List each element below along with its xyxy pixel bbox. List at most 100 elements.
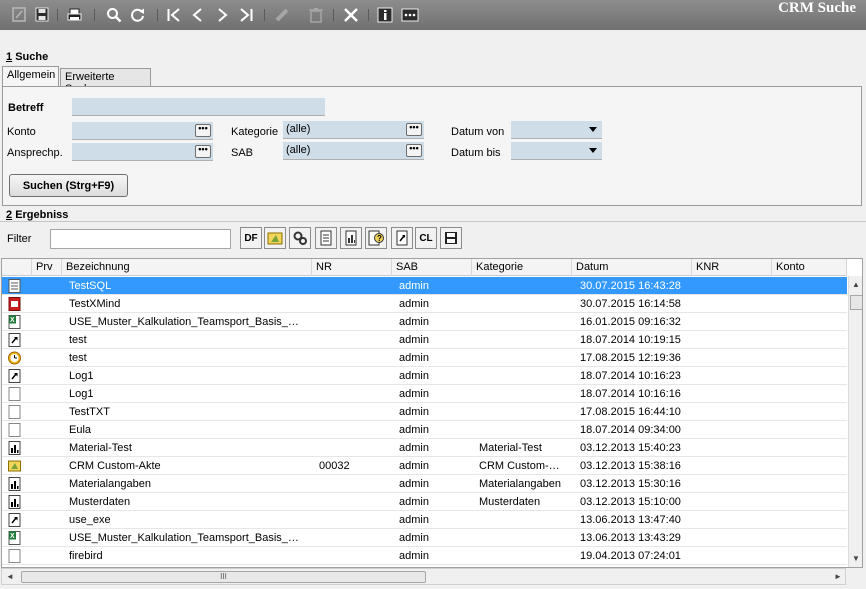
next-record-icon[interactable] [212, 5, 231, 24]
cell-sab: admin [399, 514, 429, 526]
column-header-prv[interactable]: Prv [32, 259, 62, 276]
more-icon[interactable] [400, 5, 419, 24]
table-row[interactable]: Log1 admin 18.07.2014 10:16:23 [2, 367, 847, 385]
scroll-down-icon[interactable]: ▼ [852, 554, 860, 563]
kategorie-field[interactable]: (alle) ••• [283, 121, 424, 139]
table-row[interactable]: X USE_Muster_Kalkulation_Teamsport_Basis_… [2, 313, 847, 331]
column-header-sab[interactable]: SAB [392, 259, 472, 276]
save-icon[interactable] [32, 5, 51, 24]
scroll-left-icon[interactable]: ◄ [6, 572, 14, 581]
settings-button[interactable] [289, 227, 311, 249]
crm-file-button[interactable] [264, 227, 286, 249]
ansprechp-lookup-button[interactable]: ••• [195, 145, 211, 158]
datum-von-dropdown-icon[interactable] [589, 127, 597, 132]
cell-datum: 17.08.2015 12:19:36 [580, 352, 681, 364]
scroll-right-icon[interactable]: ► [834, 572, 842, 581]
table-row[interactable]: Log1 admin 18.07.2014 10:16:16 [2, 385, 847, 403]
cell-bezeichnung: TestTXT [69, 406, 110, 418]
konto-field[interactable]: ••• [72, 122, 213, 140]
cell-kategorie: Musterdaten [479, 496, 541, 508]
search-icon[interactable] [104, 5, 123, 24]
scroll-up-icon[interactable]: ▲ [852, 280, 860, 289]
search-section-number: 1 [6, 51, 13, 63]
tab-allgemein[interactable]: Allgemein [2, 66, 59, 88]
shortcut-icon [8, 369, 21, 383]
document-button[interactable] [315, 227, 337, 249]
table-row[interactable]: Materialangaben admin Materialangaben 03.12… [2, 475, 847, 493]
last-record-icon[interactable] [236, 5, 255, 24]
table-row[interactable]: Material-Test admin Material-Test 03.12.201… [2, 439, 847, 457]
cell-datum: 18.07.2014 09:34:00 [580, 424, 681, 436]
cell-bezeichnung: TestSQL [69, 280, 112, 292]
cell-sab: admin [399, 442, 429, 454]
cell-nr [314, 367, 390, 385]
filter-label: Filter [7, 233, 32, 245]
table-row[interactable]: CRM Custom-Akte 00032 admin CRM Custom-A..… [2, 457, 847, 475]
results-section-number: 2 [6, 209, 13, 221]
datum-bis-dropdown-icon[interactable] [589, 148, 597, 153]
cl-button[interactable]: CL [415, 227, 437, 249]
first-record-icon[interactable] [164, 5, 183, 24]
save-results-button[interactable] [440, 227, 462, 249]
cell-bezeichnung: Eula [69, 424, 92, 436]
datum-bis-field[interactable] [511, 142, 602, 160]
edit-icon[interactable] [9, 5, 28, 24]
cell-kategorie [474, 295, 570, 313]
sab-field[interactable]: (alle) ••• [283, 142, 424, 160]
cell-bezeichnung: USE_Muster_Kalkulation_Teamsport_Basis_U… [69, 316, 310, 328]
info-icon[interactable] [375, 5, 394, 24]
df-button[interactable]: DF [240, 227, 262, 249]
horizontal-scrollbar[interactable]: ◄ III ► [1, 568, 846, 585]
table-row[interactable]: TestXMind admin 30.07.2015 16:14:58 [2, 295, 847, 313]
column-header-konto[interactable]: Konto [772, 259, 847, 276]
table-row[interactable]: TestSQL admin 30.07.2015 16:43:28 [2, 277, 847, 295]
ansprechp-field[interactable]: ••• [72, 143, 213, 161]
table-row[interactable]: firebird admin 19.04.2013 07:24:01 [2, 547, 847, 565]
cell-datum: 18.07.2014 10:19:15 [580, 334, 681, 346]
pencil-icon[interactable] [272, 5, 291, 24]
cell-nr [314, 295, 390, 313]
table-row[interactable]: Musterdaten admin Musterdaten 03.12.2013 15… [2, 493, 847, 511]
sab-lookup-button[interactable]: ••• [406, 144, 422, 157]
table-row[interactable]: X USE_Muster_Kalkulation_Teamsport_Basis_… [2, 529, 847, 547]
grid-header: Prv Bezeichnung NR SAB Kategorie Datum K… [2, 259, 847, 276]
table-row[interactable]: use_exe admin 13.06.2013 13:47:40 [2, 511, 847, 529]
column-header-icon[interactable] [2, 259, 32, 276]
cell-sab: admin [399, 496, 429, 508]
cell-bezeichnung: Material-Test [69, 442, 132, 454]
column-header-datum[interactable]: Datum [572, 259, 692, 276]
cell-datum: 19.04.2013 07:24:01 [580, 550, 681, 562]
vertical-scrollbar[interactable]: ▲ ▼ [848, 276, 862, 567]
gears-icon [293, 231, 307, 245]
previous-record-icon[interactable] [188, 5, 207, 24]
print-icon[interactable] [65, 5, 84, 24]
column-header-knr[interactable]: KNR [692, 259, 772, 276]
vertical-scroll-thumb[interactable] [850, 295, 862, 310]
column-header-bezeichnung[interactable]: Bezeichnung [62, 259, 312, 276]
filter-input[interactable] [50, 229, 231, 249]
refresh-icon[interactable] [128, 5, 147, 24]
report-button[interactable] [340, 227, 362, 249]
cell-sab: admin [399, 316, 429, 328]
datum-von-field[interactable] [511, 121, 602, 139]
table-row[interactable]: Eula admin 18.07.2014 09:34:00 [2, 421, 847, 439]
column-header-nr[interactable]: NR [312, 259, 392, 276]
chart-doc-icon [8, 495, 21, 509]
close-icon[interactable] [341, 5, 360, 24]
search-button[interactable]: Suchen (Strg+F9) [9, 174, 128, 197]
horizontal-scroll-thumb[interactable]: III [21, 571, 426, 583]
shortcut-button[interactable] [391, 227, 413, 249]
delete-icon[interactable] [306, 5, 325, 24]
ansprechp-label: Ansprechp. [7, 147, 63, 159]
konto-lookup-button[interactable]: ••• [195, 124, 211, 137]
tab-erweiterte-suche[interactable]: Erweiterte Suche [60, 68, 151, 95]
save-icon [445, 232, 457, 244]
kategorie-lookup-button[interactable]: ••• [406, 123, 422, 136]
table-row[interactable]: test admin 17.08.2015 12:19:36 [2, 349, 847, 367]
column-header-kategorie[interactable]: Kategorie [472, 259, 572, 276]
table-row[interactable]: test admin 18.07.2014 10:19:15 [2, 331, 847, 349]
betreff-field[interactable] [72, 98, 325, 116]
table-row[interactable]: TestTXT admin 17.08.2015 16:44:10 [2, 403, 847, 421]
help-document-button[interactable]: ? [365, 227, 387, 249]
crm-file-icon [8, 459, 21, 473]
